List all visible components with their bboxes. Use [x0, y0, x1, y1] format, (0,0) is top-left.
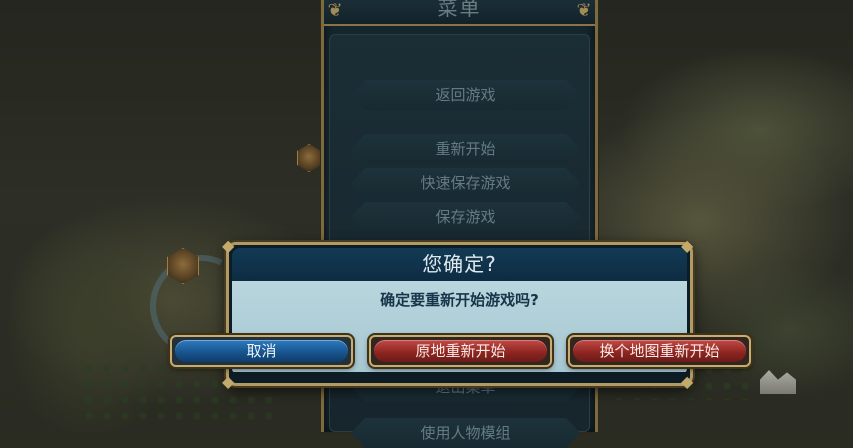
ornament-icon: ❦	[576, 0, 592, 21]
menu-item-mods[interactable]: 使用人物模组	[351, 418, 580, 448]
cancel-button[interactable]: 取消	[170, 335, 353, 367]
dialog-bottom-strip	[232, 372, 687, 380]
restart-same-map-button[interactable]: 原地重新开始	[369, 335, 552, 367]
restart-new-map-label: 换个地图重新开始	[573, 340, 746, 362]
restart-same-map-label: 原地重新开始	[374, 340, 547, 362]
corner-ornament-icon: ◆	[681, 372, 694, 391]
ornament-icon: ❦	[327, 0, 343, 21]
corner-ornament-icon: ◆	[681, 236, 694, 255]
city-marker	[297, 144, 321, 172]
corner-ornament-icon: ◆	[222, 372, 235, 391]
menu-item-restart[interactable]: 重新开始	[351, 134, 580, 164]
menu-item-save-game[interactable]: 保存游戏	[351, 202, 580, 232]
menu-item-quick-save[interactable]: 快速保存游戏	[351, 168, 580, 198]
cancel-button-label: 取消	[175, 340, 348, 362]
menu-header: ❦ 菜单 ❦	[324, 0, 595, 26]
dialog-title-bar: 您确定?	[232, 248, 687, 281]
dialog-title: 您确定?	[422, 252, 497, 276]
dialog-message: 确定要重新开始游戏吗?	[380, 291, 539, 309]
menu-title: 菜单	[437, 0, 482, 20]
restart-new-map-button[interactable]: 换个地图重新开始	[568, 335, 751, 367]
corner-ornament-icon: ◆	[222, 236, 235, 255]
menu-item-return-to-game[interactable]: 返回游戏	[351, 80, 580, 110]
village-marker	[760, 370, 796, 394]
